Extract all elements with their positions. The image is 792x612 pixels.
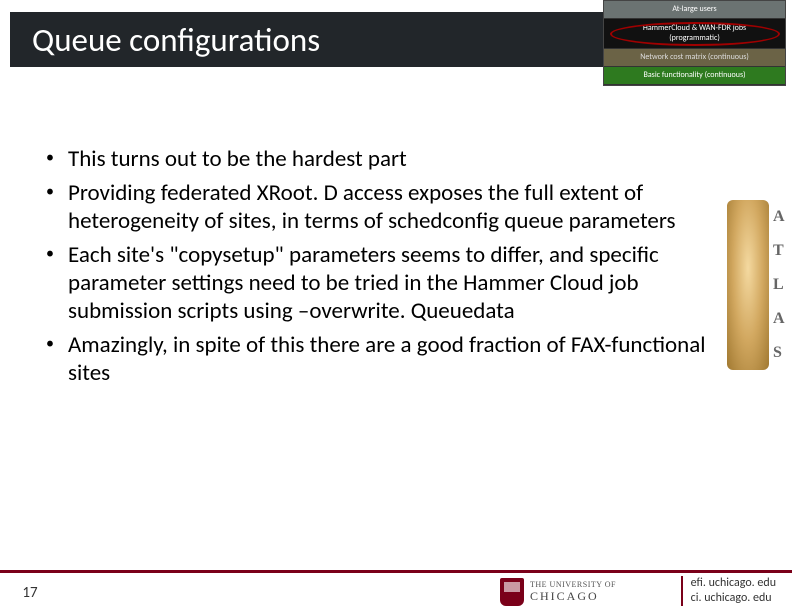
title-bar: Queue configurations [10, 12, 603, 67]
atlas-letter: A [773, 208, 787, 226]
bullet-list: This turns out to be the hardest part Pr… [42, 145, 730, 393]
atlas-letter: S [773, 344, 787, 362]
stack-diagram: At-large users HammerCloud & WAN-FDR job… [603, 0, 786, 86]
atlas-badge: A T L A S [727, 200, 787, 370]
stack-row-hammer: HammerCloud & WAN-FDR jobs (programmatic… [604, 19, 785, 49]
shield-icon [500, 578, 524, 606]
footer-urls: efi. uchicago. edu ci. uchicago. edu [681, 576, 776, 606]
list-item: Providing federated XRoot. D access expo… [42, 179, 730, 235]
university-logo: THE UNIVERSITY OF CHICAGO [500, 578, 616, 606]
stack-row-basic: Basic functionality (continuous) [604, 67, 785, 85]
atlas-letter: T [773, 242, 787, 260]
list-item: Amazingly, in spite of this there are a … [42, 331, 730, 387]
atlas-letter: A [773, 310, 787, 328]
university-big: CHICAGO [530, 590, 616, 603]
footer-url-2: ci. uchicago. edu [691, 591, 776, 606]
slide-title: Queue configurations [32, 20, 320, 60]
stack-row-network: Network cost matrix (continuous) [604, 49, 785, 67]
list-item: Each site's "copysetup" parameters seems… [42, 241, 730, 325]
atlas-letter: L [773, 276, 787, 294]
atlas-letters: A T L A S [769, 200, 787, 370]
page-number: 17 [0, 584, 60, 602]
stack-row-atlarge: At-large users [604, 1, 785, 19]
atlas-figure-icon [727, 200, 769, 370]
stack-hammer-line2: (programmatic) [669, 34, 720, 44]
footer-url-1: efi. uchicago. edu [691, 576, 776, 591]
list-item: This turns out to be the hardest part [42, 145, 730, 173]
university-text: THE UNIVERSITY OF CHICAGO [530, 581, 616, 603]
footer-bar: 17 THE UNIVERSITY OF CHICAGO efi. uchica… [0, 570, 792, 612]
